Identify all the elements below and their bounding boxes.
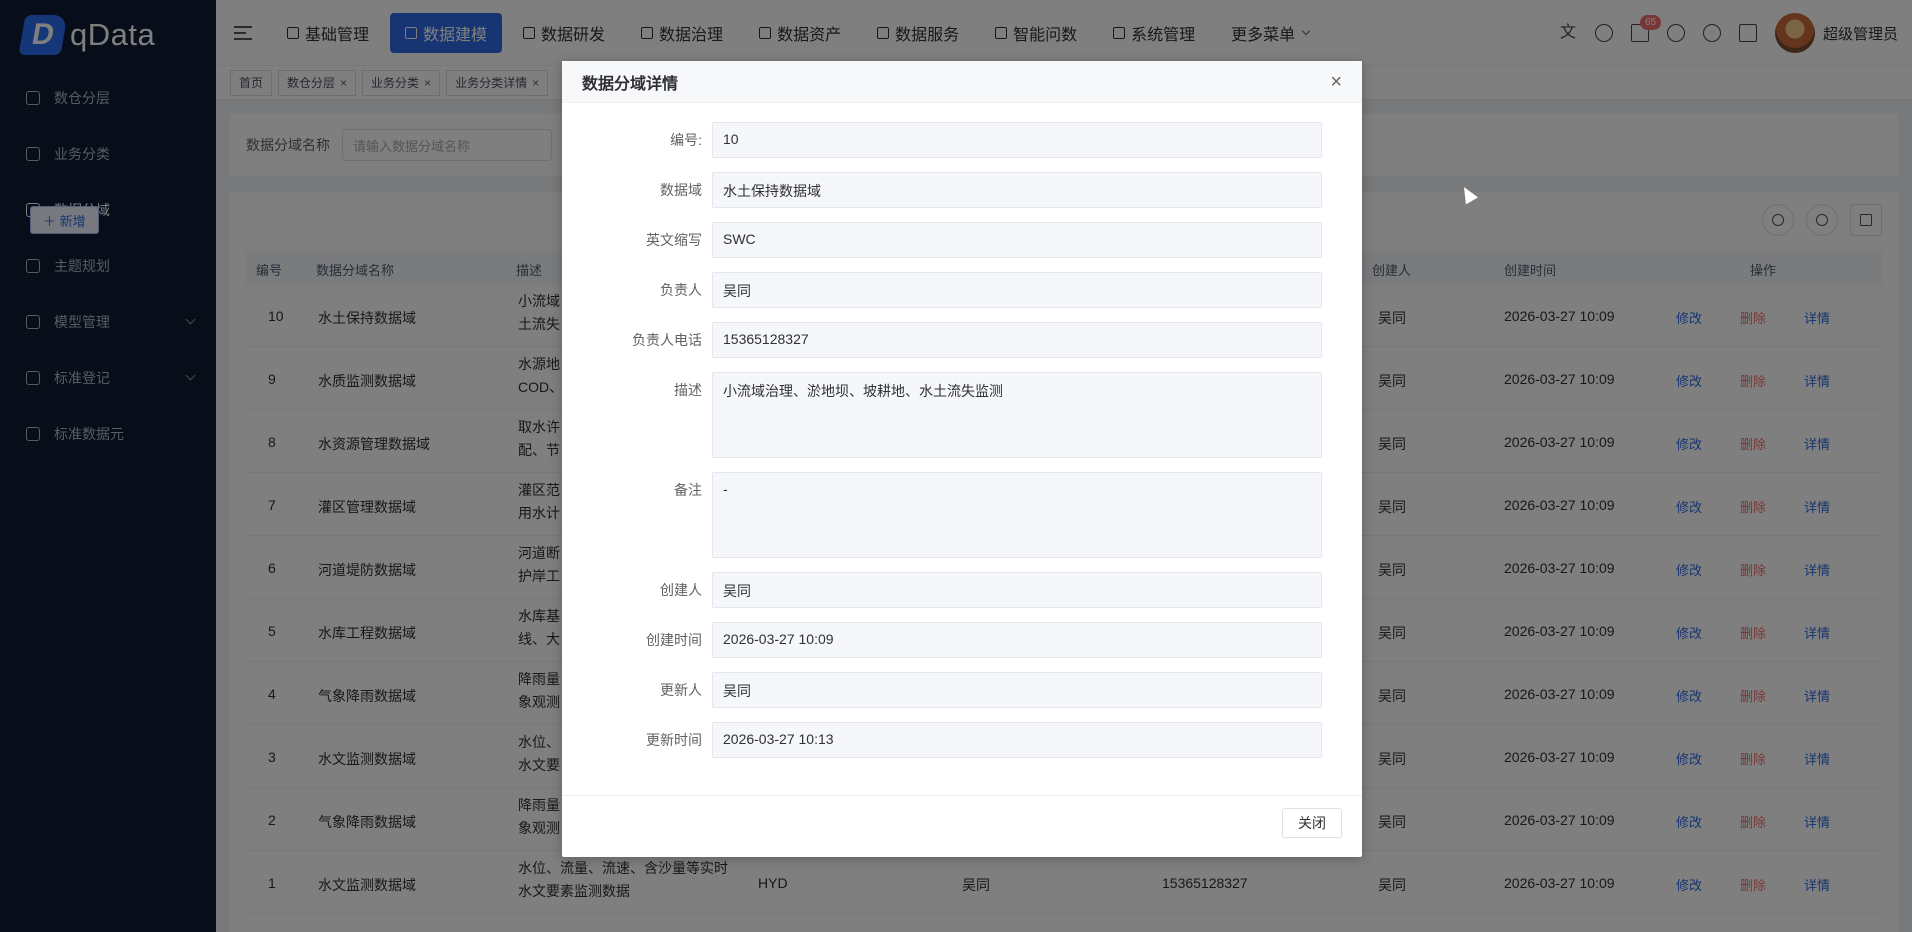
field-value: 2026-03-27 10:13: [712, 722, 1322, 758]
form-row: 创建时间 2026-03-27 10:09: [562, 622, 1362, 658]
field-label: 负责人电话: [632, 332, 702, 348]
form-row: 数据域 水土保持数据域: [562, 172, 1362, 208]
field-label: 描述: [674, 382, 702, 398]
field-label: 更新时间: [646, 732, 702, 748]
form-row: 英文缩写 SWC: [562, 222, 1362, 258]
form-row: 负责人电话 15365128327: [562, 322, 1362, 358]
form-row: 负责人 吴同: [562, 272, 1362, 308]
field-value: 小流域治理、淤地坝、坡耕地、水土流失监测: [712, 372, 1322, 458]
form-row: 创建人 吴同: [562, 572, 1362, 608]
form-row: 描述 小流域治理、淤地坝、坡耕地、水土流失监测: [562, 372, 1362, 458]
field-label: 创建人: [660, 582, 702, 598]
form-row: 备注 -: [562, 472, 1362, 558]
field-value: 2026-03-27 10:09: [712, 622, 1322, 658]
field-value: 10: [712, 122, 1322, 158]
dialog-footer: 关闭: [562, 795, 1362, 857]
field-value: 吴同: [712, 672, 1322, 708]
form-row: 更新时间 2026-03-27 10:13: [562, 722, 1362, 758]
dialog-title: 数据分域详情: [562, 61, 1362, 103]
field-label: 数据域: [660, 182, 702, 198]
form-row: 更新人 吴同: [562, 672, 1362, 708]
close-icon[interactable]: ×: [1330, 71, 1342, 94]
form-row: 编号: 10: [562, 122, 1362, 158]
field-label: 英文缩写: [646, 232, 702, 248]
field-value: -: [712, 472, 1322, 558]
field-label: 编号:: [670, 132, 702, 148]
close-button[interactable]: 关闭: [1282, 808, 1342, 838]
detail-dialog: 数据分域详情 × 编号: 10 数据域 水土保持数据域 英文缩写 SWC 负责人 吴同 负责人电…: [562, 61, 1362, 857]
field-label: 负责人: [660, 282, 702, 298]
field-value: 吴同: [712, 272, 1322, 308]
field-label: 创建时间: [646, 632, 702, 648]
field-value: SWC: [712, 222, 1322, 258]
field-value: 吴同: [712, 572, 1322, 608]
field-label: 备注: [674, 482, 702, 498]
field-label: 更新人: [660, 682, 702, 698]
field-value: 水土保持数据域: [712, 172, 1322, 208]
field-value: 15365128327: [712, 322, 1322, 358]
